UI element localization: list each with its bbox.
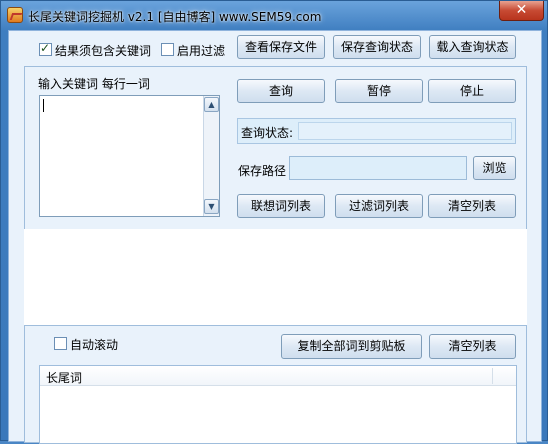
scroll-up-icon[interactable]: ▲ (204, 97, 219, 112)
app-icon (7, 7, 23, 23)
column-separator[interactable] (492, 368, 493, 384)
filter-list-button[interactable]: 过滤词列表 (335, 194, 423, 218)
suggest-list-button[interactable]: 联想词列表 (237, 194, 325, 218)
save-path-label: 保存路径 (238, 164, 287, 178)
app-window: 长尾关键词挖掘机 v2.1 [自由博客] www.SEM59.com ✕ 结果须… (0, 0, 548, 444)
save-query-state-button[interactable]: 保存查询状态 (333, 35, 421, 59)
enable-filter-label: 启用过滤 (177, 44, 226, 58)
text-caret (43, 99, 44, 112)
pause-button[interactable]: 暂停 (335, 79, 423, 103)
clear-list-button-top[interactable]: 清空列表 (428, 194, 516, 218)
client-area: 结果须包含关键词 启用过滤 查看保存文件 保存查询状态 载入查询状态 输入关键词… (8, 30, 542, 444)
results-list[interactable]: 长尾词 (39, 365, 517, 444)
auto-scroll-checkbox[interactable] (54, 337, 67, 350)
query-group: 输入关键词 每行一词 ▲ ▼ 查询 暂停 停止 查询状态: 保存路径 浏览 联想… (24, 66, 527, 230)
query-button[interactable]: 查询 (237, 79, 325, 103)
scroll-down-icon[interactable]: ▼ (204, 199, 219, 214)
view-saved-file-button[interactable]: 查看保存文件 (237, 35, 325, 59)
title-bar[interactable]: 长尾关键词挖掘机 v2.1 [自由博客] www.SEM59.com ✕ (1, 1, 548, 31)
close-icon: ✕ (515, 2, 528, 18)
copy-all-button[interactable]: 复制全部词到剪贴板 (281, 334, 422, 359)
load-query-state-button[interactable]: 载入查询状态 (429, 35, 516, 59)
clear-results-button[interactable]: 清空列表 (429, 334, 516, 359)
keywords-scrollbar[interactable]: ▲ ▼ (203, 96, 219, 216)
query-status-label: 查询状态: (241, 126, 294, 140)
results-list-header: 长尾词 (40, 366, 516, 386)
keywords-label: 输入关键词 每行一词 (38, 77, 150, 91)
must-contain-checkbox[interactable] (39, 41, 52, 56)
save-path-input[interactable] (289, 156, 467, 180)
column-header-longtail[interactable]: 长尾词 (46, 369, 82, 386)
query-status-box: 查询状态: (237, 118, 516, 144)
must-contain-label: 结果须包含关键词 (55, 44, 152, 58)
browse-button[interactable]: 浏览 (473, 156, 516, 180)
auto-scroll-label: 自动滚动 (70, 338, 119, 352)
window-title: 长尾关键词挖掘机 v2.1 [自由博客] www.SEM59.com (28, 10, 322, 24)
blank-panel (24, 229, 527, 325)
close-button[interactable]: ✕ (499, 1, 544, 21)
query-status-value (298, 122, 512, 140)
results-group: 自动滚动 复制全部词到剪贴板 清空列表 长尾词 (24, 325, 527, 444)
keywords-textarea[interactable]: ▲ ▼ (39, 95, 220, 217)
stop-button[interactable]: 停止 (428, 79, 516, 103)
enable-filter-checkbox[interactable] (161, 43, 174, 56)
